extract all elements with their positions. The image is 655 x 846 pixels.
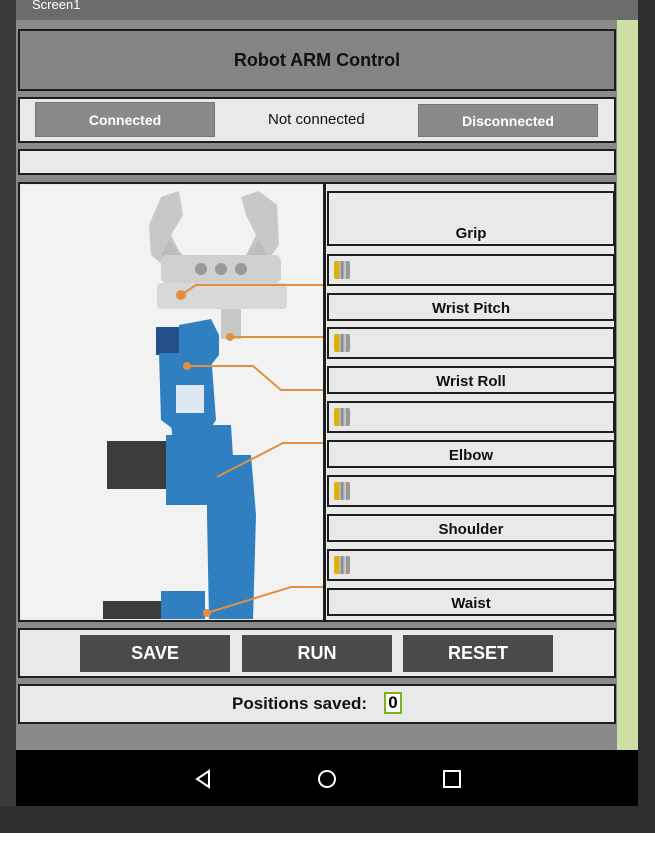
device-frame-bottom <box>0 806 655 833</box>
slider-thumb[interactable] <box>334 482 350 500</box>
connect-button[interactable]: Connected <box>35 102 215 137</box>
slider-thumb[interactable] <box>334 334 350 352</box>
joint-label-wrist-roll: Wrist Roll <box>327 366 615 394</box>
joint-label-grip: Grip <box>327 191 615 246</box>
robot-arm-image <box>21 185 323 619</box>
recents-icon[interactable] <box>441 768 463 790</box>
save-button[interactable]: SAVE <box>80 635 230 672</box>
slider-wrist-roll[interactable] <box>327 401 615 433</box>
slider-thumb[interactable] <box>334 556 350 574</box>
run-button[interactable]: RUN <box>242 635 392 672</box>
joint-label-elbow: Elbow <box>327 440 615 468</box>
disconnect-button[interactable]: Disconnected <box>418 104 598 137</box>
device-frame-right <box>638 0 655 833</box>
joint-label-wrist-pitch: Wrist Pitch <box>327 293 615 321</box>
positions-saved-label: Positions saved: <box>232 694 368 713</box>
robot-arm-illustration <box>103 191 323 619</box>
panel-divider <box>323 184 326 620</box>
joint-label-shoulder: Shoulder <box>327 514 615 542</box>
slider-wrist-pitch[interactable] <box>327 327 615 359</box>
navigation-bar <box>16 750 638 806</box>
slider-thumb[interactable] <box>334 408 350 426</box>
slider-thumb[interactable] <box>334 261 350 279</box>
device-frame-left <box>0 0 16 833</box>
page-title: Robot ARM Control <box>233 49 401 70</box>
title-bar: Screen1 <box>16 0 638 20</box>
reset-button[interactable]: RESET <box>403 635 553 672</box>
screen-title: Screen1 <box>32 0 81 12</box>
slider-elbow[interactable] <box>327 475 615 507</box>
back-icon[interactable] <box>192 768 214 790</box>
connection-status: Not connected <box>268 111 365 128</box>
positions-saved-count: 0 <box>384 692 402 714</box>
message-bar <box>18 149 616 175</box>
app-header: Robot ARM Control <box>18 29 616 91</box>
slider-shoulder[interactable] <box>327 549 615 581</box>
home-icon[interactable] <box>316 768 338 790</box>
slider-grip[interactable] <box>327 254 615 286</box>
joint-label-waist: Waist <box>327 588 615 616</box>
side-accent-strip <box>617 0 638 750</box>
